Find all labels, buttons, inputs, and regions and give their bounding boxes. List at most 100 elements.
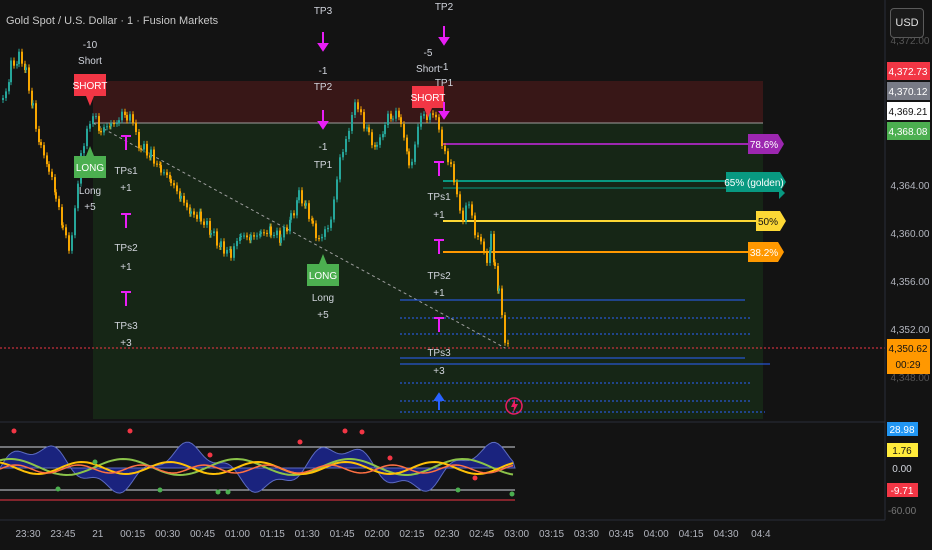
- short-signal-2-label: SHORT: [411, 93, 446, 104]
- candle-body: [193, 211, 195, 215]
- candle-body: [339, 157, 341, 180]
- candle-body: [494, 262, 496, 266]
- candle-body: [253, 235, 255, 237]
- candle-body: [250, 235, 252, 241]
- candle-body: [210, 233, 212, 235]
- fib-label-786-text: 78.6%: [750, 140, 778, 151]
- candle-body: [46, 155, 48, 165]
- candle-body: [226, 249, 228, 254]
- candle-body: [336, 179, 338, 200]
- candle-body: [312, 220, 314, 224]
- candle-body: [266, 232, 268, 234]
- tp-value: -1: [440, 62, 449, 73]
- tp-arrow-down-icon: [438, 26, 450, 46]
- candle-body: [220, 241, 222, 247]
- fib-label-65: 65% (golden): [724, 172, 786, 192]
- price-tick: 4,372.00: [891, 36, 930, 47]
- candle-body: [477, 235, 479, 237]
- short-signal-1-type: Short: [78, 56, 102, 67]
- candle-body: [200, 211, 202, 222]
- price-tick: 4,348.00: [891, 373, 930, 384]
- candle-body: [406, 137, 408, 152]
- candle-body: [498, 288, 500, 291]
- candle-body: [51, 171, 53, 177]
- candle-body: [504, 315, 506, 343]
- candle-body: [400, 117, 402, 125]
- candle-body: [62, 225, 64, 228]
- candle-body: [290, 213, 292, 220]
- time-tick: 01:45: [330, 529, 355, 540]
- candle-body: [474, 215, 476, 236]
- candle-body: [138, 132, 140, 149]
- osc-signal-dot: [207, 452, 213, 458]
- candle-body: [456, 182, 458, 195]
- candle-body: [507, 342, 509, 344]
- candle-body: [447, 151, 449, 163]
- fib-label-50: 50%: [756, 211, 786, 231]
- candle-body: [293, 213, 295, 216]
- tp-label: TPs1: [114, 166, 138, 177]
- tp-label: TPs2: [427, 271, 451, 282]
- candle-body: [327, 227, 329, 230]
- candle-body: [360, 109, 362, 113]
- osc-badge: 28.98: [889, 425, 914, 436]
- candle-body: [71, 235, 73, 251]
- candle-body: [10, 60, 12, 83]
- candle-body: [163, 172, 165, 174]
- price-chart[interactable]: 78.6% 65% (golden) 50% 38.2% -10 Short S…: [0, 0, 932, 550]
- short-signal-2-type: Short: [416, 64, 440, 75]
- osc-signal-dot: [297, 439, 303, 445]
- time-tick: 04:4: [751, 529, 771, 540]
- candle-body: [283, 227, 285, 238]
- candle-body: [186, 202, 188, 208]
- candle-body: [180, 195, 182, 199]
- candle-body: [8, 82, 10, 92]
- candle-body: [124, 111, 126, 115]
- tp-value: +3: [120, 338, 132, 349]
- osc-signal-dot: [225, 489, 231, 495]
- candle-body: [441, 129, 443, 146]
- candle-body: [18, 51, 20, 65]
- tp-label: TP1: [314, 160, 333, 171]
- candle-body: [236, 241, 238, 247]
- time-tick: 02:45: [469, 529, 494, 540]
- candle-body: [376, 144, 378, 147]
- tp-label: TPs2: [114, 243, 138, 254]
- candle-body: [493, 233, 495, 263]
- price-badge-high: 4,372.73: [889, 67, 928, 78]
- candle-body: [160, 165, 162, 173]
- candle-body: [28, 67, 30, 91]
- candle-body: [35, 103, 37, 129]
- candle-body: [106, 126, 108, 128]
- candle-body: [126, 114, 128, 121]
- candle-body: [414, 144, 416, 162]
- candle-body: [196, 214, 198, 219]
- candle-body: [395, 110, 397, 119]
- time-tick: 00:30: [155, 529, 180, 540]
- candle-body: [40, 142, 42, 146]
- candle-body: [74, 208, 76, 236]
- osc-signal-dot: [509, 491, 515, 497]
- candle-body: [132, 114, 134, 123]
- osc-badges: 28.98 1.76 0.00 -9.71 -60.00: [887, 422, 918, 517]
- time-tick: 04:15: [679, 529, 704, 540]
- candle-body: [48, 164, 50, 172]
- tp-value: -1: [319, 142, 328, 153]
- candle-body: [305, 203, 307, 206]
- tp-label: TPs3: [427, 348, 451, 359]
- candle-body: [301, 190, 303, 204]
- candle-body: [398, 110, 400, 118]
- candle-body: [486, 251, 488, 263]
- candle-body: [98, 116, 100, 131]
- candle-body: [357, 102, 359, 110]
- candle-body: [270, 226, 272, 236]
- price-badge-mid: 4,369.21: [889, 107, 928, 118]
- candle-body: [110, 123, 112, 127]
- candle-body: [392, 118, 394, 120]
- tp-label: TP2: [435, 2, 454, 13]
- candle-body: [423, 114, 425, 116]
- osc-badge: 0.00: [892, 464, 912, 475]
- osc-signal-dot: [157, 487, 163, 493]
- candle-body: [118, 120, 120, 123]
- time-tick: 01:00: [225, 529, 250, 540]
